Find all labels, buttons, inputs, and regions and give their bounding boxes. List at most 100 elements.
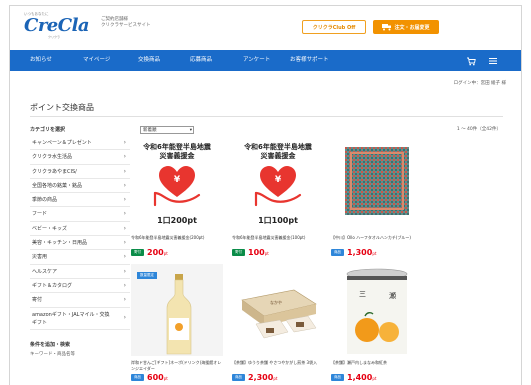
product-name[interactable]: 【茶舗】ゆうり茶舗 やさつやかがし煎茶 3袋入 xyxy=(232,360,324,372)
category-tag: 寄付 xyxy=(131,249,144,256)
logo-wordmark: CreCla xyxy=(24,15,90,36)
svg-text:なかや: なかや xyxy=(270,299,282,305)
product-card[interactable]: なかや 【茶舗】ゆうり茶舗 やさつやかがし煎茶 3袋入 商品 2,300pt xyxy=(232,264,324,382)
donation-points: 1口100pt xyxy=(258,216,298,225)
product-card[interactable]: 令和6年能登半島地震 災害義援金 ¥ 1口200pt 令和6年能登半島地震災害義… xyxy=(131,139,223,257)
heart-hand-icon: ¥ xyxy=(254,166,302,207)
product-image[interactable]: 令和6年能登半島地震 災害義援金 ¥ 1口200pt xyxy=(131,139,223,231)
product-price: 100pt xyxy=(248,248,269,257)
chevron-right-icon: › xyxy=(123,296,126,304)
login-status: ログイン中：宮田 綾子 様 xyxy=(453,81,506,86)
chevron-right-icon: › xyxy=(123,313,126,321)
chevron-right-icon: › xyxy=(123,196,126,204)
category-tag: 商品 xyxy=(232,374,245,381)
sidebar-item-water[interactable]: クリクラ水生活品 › xyxy=(30,150,130,165)
crecla-logo[interactable]: いつもあなたに CreCla クリクラ xyxy=(24,12,96,39)
price-row: 寄付 100pt xyxy=(232,248,324,257)
product-card[interactable]: 三 瀬 【茶舗】瀬戸内しまなみ和紅茶 商品 1,400pt xyxy=(331,264,423,382)
nav-mypage[interactable]: マイページ xyxy=(83,50,110,71)
product-name[interactable]: 令和6年能登半島地震災害義援金(200pt) xyxy=(131,235,223,247)
hamburger-menu-icon[interactable] xyxy=(488,56,498,66)
sidebar-item-baby[interactable]: ベビー・キッズ › xyxy=(30,222,130,237)
chevron-right-icon: › xyxy=(123,210,126,218)
sidebar-item-donation[interactable]: 寄付 › xyxy=(30,293,130,308)
price-row: 商品 1,400pt xyxy=(331,373,423,382)
limited-badge: 数量限定 xyxy=(137,272,157,279)
sidebar-item-campaign[interactable]: キャンペーン＆プレゼント › xyxy=(30,136,130,151)
nav-support[interactable]: お客様サポート xyxy=(290,50,329,71)
product-image[interactable] xyxy=(331,139,423,231)
bottle-image xyxy=(166,274,192,355)
keyword-label: キーワード・商品名等 xyxy=(30,351,75,357)
donation-title: 令和6年能登半島地震 災害義援金 xyxy=(143,143,211,160)
chevron-right-icon: › xyxy=(123,167,126,175)
result-count: 1 ～ 40件（全42件） xyxy=(456,127,501,132)
nav-survey[interactable]: アンケート xyxy=(243,50,270,71)
product-name[interactable]: 令和6年能登半島地震災害義援金(100pt) xyxy=(232,235,324,247)
product-name[interactable]: 岸和ド甘んご[ギフト]ネーポ(ドリンク)海援館オレンジエイダー xyxy=(131,360,223,372)
product-image[interactable]: なかや xyxy=(232,264,324,356)
product-name[interactable]: 【茶舗】瀬戸内しまなみ和紅茶 xyxy=(331,360,423,372)
nav-entry[interactable]: 応募商品 xyxy=(190,50,212,71)
chevron-right-icon: › xyxy=(123,139,126,146)
order-change-label: 注文・お届変更 xyxy=(394,24,430,31)
sidebar-item-gift[interactable]: ギフト＆カタログ › xyxy=(30,279,130,294)
truck-icon xyxy=(382,24,392,31)
product-card[interactable]: 【中川】Ollo ハーフタオルハンカチ(ブルー) 商品 1,300pt xyxy=(331,139,423,257)
logo-sub: クリクラ xyxy=(48,35,61,39)
svg-text:¥: ¥ xyxy=(174,175,181,185)
title-divider xyxy=(30,116,503,117)
product-price: 600pt xyxy=(147,373,168,382)
chevron-right-icon: › xyxy=(123,281,126,289)
order-change-button[interactable]: 注文・お届変更 xyxy=(373,20,439,34)
product-image[interactable]: 三 瀬 xyxy=(331,264,423,356)
cart-icon[interactable] xyxy=(466,56,476,66)
chevron-right-icon: › xyxy=(123,267,126,275)
product-image[interactable]: 数量限定 xyxy=(131,264,223,356)
category-tag: 寄付 xyxy=(232,249,245,256)
chevron-right-icon: › xyxy=(123,153,126,161)
price-row: 商品 1,300pt xyxy=(331,248,423,257)
sidebar-item-disaster[interactable]: 災害用 › xyxy=(30,250,130,265)
towel-image xyxy=(345,147,409,215)
main-nav: お知らせ マイページ 交換商品 応募商品 アンケート お客様サポート xyxy=(10,50,521,71)
donation-points: 1口200pt xyxy=(157,216,197,225)
chevron-right-icon: › xyxy=(123,224,126,232)
category-sidebar: カテゴリを選択 キャンペーン＆プレゼント › クリクラ水生活品 › クリクラあやまC… xyxy=(30,124,130,360)
sidebar-item-regional[interactable]: 全国各地の銘菓・銘品 › xyxy=(30,179,130,194)
svg-text:瀬: 瀬 xyxy=(389,291,396,300)
product-image[interactable]: 令和6年能登半島地震 災害義援金 ¥ 1口100pt xyxy=(232,139,324,231)
sidebar-item-beauty[interactable]: 美容・キッチン・日用品 › xyxy=(30,236,130,251)
page-frame: いつもあなたに CreCla クリクラ ご契約店舗様 クリクラサービスサイト ク… xyxy=(9,5,522,385)
sidebar-item-cis[interactable]: クリクラあやまCIS/› xyxy=(30,165,130,179)
product-name[interactable]: 【中川】Ollo ハーフタオルハンカチ(ブルー) xyxy=(331,235,423,247)
svg-text:三: 三 xyxy=(359,290,366,298)
chevron-right-icon: › xyxy=(123,253,126,261)
nav-exchange[interactable]: 交換商品 xyxy=(138,50,160,71)
chevron-right-icon: › xyxy=(123,239,126,247)
shop-name: ご契約店舗様 クリクラサービスサイト xyxy=(101,17,151,28)
product-card[interactable]: 令和6年能登半島地震 災害義援金 ¥ 1口100pt 令和6年能登半島地震災害義… xyxy=(232,139,324,257)
donation-title: 令和6年能登半島地震 災害義援金 xyxy=(244,143,312,160)
sort-select[interactable]: 新着順 ▾ xyxy=(140,126,194,134)
product-card[interactable]: 数量限定 岸和ド甘んご[ギフト]ネーポ(ドリンク)海援館オレンジエイダー 商品 … xyxy=(131,264,223,382)
page-title: ポイント交換商品 xyxy=(30,103,94,112)
sidebar-item-amazon[interactable]: amazonギフト・JALマイル・交換ギフト › xyxy=(30,308,130,330)
nav-news[interactable]: お知らせ xyxy=(30,50,52,71)
site-header: いつもあなたに CreCla クリクラ ご契約店舗様 クリクラサービスサイト ク… xyxy=(10,6,521,43)
sidebar-item-seasonal[interactable]: 季節の商品 › xyxy=(30,193,130,208)
sidebar-item-food[interactable]: フード › xyxy=(30,207,130,222)
sidebar-item-health[interactable]: ヘルスケア › xyxy=(30,265,130,279)
price-row: 商品 600pt xyxy=(131,373,223,382)
heart-hand-icon: ¥ xyxy=(153,166,201,207)
product-price: 2,300pt xyxy=(248,373,278,382)
category-tag: 商品 xyxy=(331,249,344,256)
sidebar-heading: カテゴリを選択 xyxy=(30,127,66,133)
chevron-right-icon: › xyxy=(123,181,126,189)
club-off-button[interactable]: クリクラClub Off xyxy=(302,20,366,34)
tea-can-image: 三 瀬 xyxy=(346,268,408,354)
price-row: 寄付 200pt xyxy=(131,248,223,257)
product-price: 1,300pt xyxy=(347,248,377,257)
chevron-down-icon: ▾ xyxy=(189,128,192,133)
tea-box-image: なかや xyxy=(241,289,317,339)
